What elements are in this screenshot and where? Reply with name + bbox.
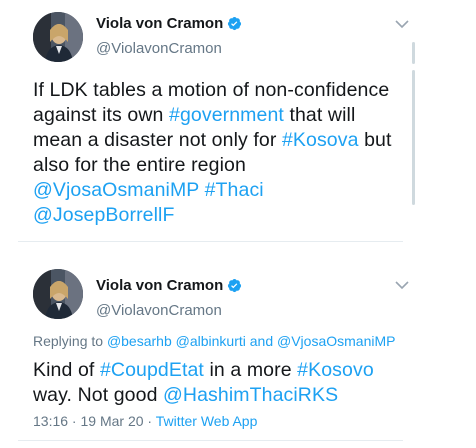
- mention-link[interactable]: @VjosaOsmaniMP: [33, 179, 199, 201]
- handle[interactable]: @ViolavonCramon: [96, 302, 222, 319]
- divider: [18, 440, 403, 441]
- text-segment: way. Not good: [33, 384, 164, 406]
- source-app-link[interactable]: Twitter Web App: [156, 413, 258, 429]
- timestamp[interactable]: 13:16 · 19 Mar 20 ·: [33, 413, 156, 429]
- handle[interactable]: @ViolavonCramon: [96, 40, 222, 57]
- avatar[interactable]: [33, 269, 83, 319]
- verified-badge-icon: [228, 16, 242, 31]
- replying-to: Replying to @besarhb @albinkurti and @Vj…: [33, 333, 395, 349]
- scrollbar[interactable]: [412, 42, 415, 64]
- chevron-down-icon[interactable]: [395, 280, 409, 290]
- hashtag-link[interactable]: #government: [169, 104, 284, 126]
- divider: [18, 241, 403, 242]
- display-name[interactable]: Viola von Cramon: [96, 15, 223, 32]
- author-row: Viola von Cramon: [96, 277, 242, 294]
- tweet[interactable]: Viola von Cramon @ViolavonCramon If LDK …: [0, 0, 420, 244]
- replying-to-prefix: Replying to: [33, 333, 107, 349]
- tweet-meta: 13:16 · 19 Mar 20 · Twitter Web App: [33, 413, 257, 429]
- chevron-down-icon[interactable]: [395, 19, 409, 29]
- hashtag-link[interactable]: #Thaci: [205, 179, 264, 201]
- text-segment: in a more: [203, 359, 298, 381]
- scrollbar[interactable]: [412, 70, 415, 205]
- mention-link[interactable]: @HashimThaciRKS: [163, 384, 338, 406]
- tweet[interactable]: Viola von Cramon @ViolavonCramon Replyin…: [0, 256, 420, 448]
- hashtag-link[interactable]: #Kosova: [282, 129, 359, 151]
- tweet-text: Kind of #CoupdEtat in a more #Kosovo way…: [33, 358, 405, 408]
- replying-to-users[interactable]: @besarhb @albinkurti and @VjosaOsmaniMP: [107, 333, 396, 349]
- tweet-text: If LDK tables a motion of non-confidence…: [33, 78, 405, 228]
- author-row: Viola von Cramon: [96, 15, 242, 32]
- hashtag-link[interactable]: #CoupdEtat: [100, 359, 204, 381]
- text-segment: Kind of: [33, 359, 100, 381]
- hashtag-link[interactable]: #Kosovo: [297, 359, 374, 381]
- mention-link[interactable]: @JosepBorrellF: [33, 204, 175, 226]
- verified-badge-icon: [228, 278, 242, 293]
- display-name[interactable]: Viola von Cramon: [96, 277, 223, 294]
- avatar[interactable]: [33, 12, 83, 62]
